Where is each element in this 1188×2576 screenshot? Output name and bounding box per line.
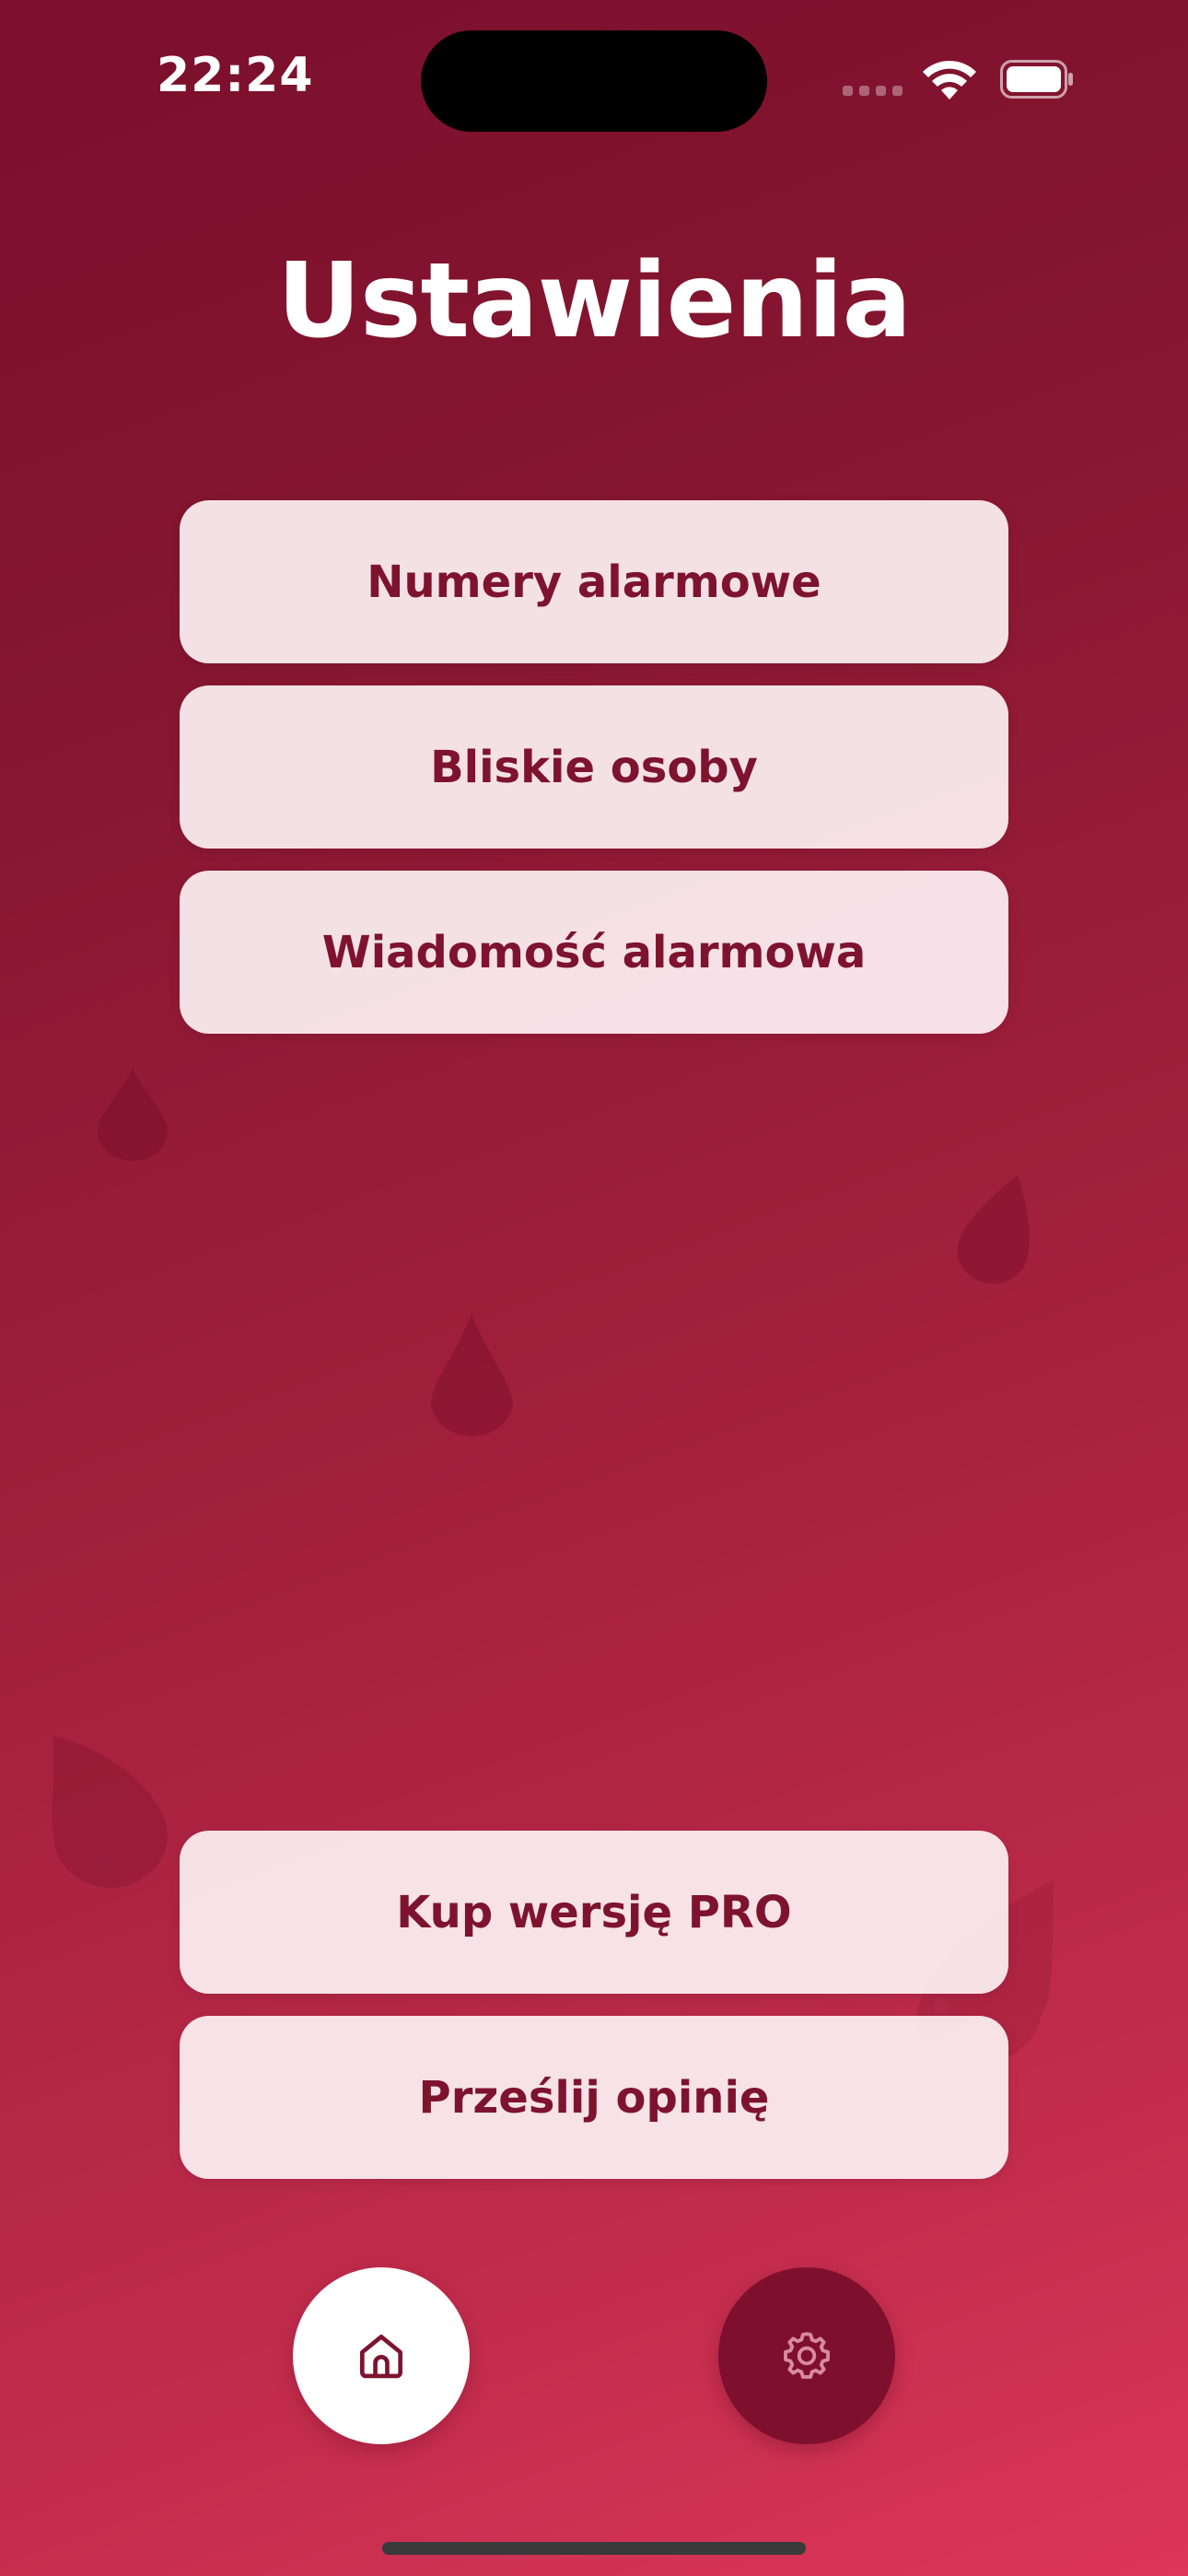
wifi-icon (923, 60, 976, 100)
cellular-signal-icon (843, 86, 903, 96)
buy-pro-button[interactable]: Kup wersję PRO (180, 1831, 1008, 1994)
close-people-button[interactable]: Bliskie osoby (180, 685, 1008, 849)
page-title: Ustawienia (276, 241, 912, 361)
battery-icon (1000, 60, 1073, 99)
drop-decoration-icon (431, 1313, 513, 1437)
alarm-message-button[interactable]: Wiadomość alarmowa (180, 871, 1008, 1034)
nav-home-button[interactable] (293, 2267, 470, 2444)
drop-decoration-icon (52, 1737, 169, 1888)
emergency-numbers-button[interactable]: Numery alarmowe (180, 500, 1008, 663)
send-feedback-button[interactable]: Prześlij opinię (180, 2016, 1008, 2179)
dynamic-island (421, 30, 767, 132)
gear-icon (784, 2332, 830, 2379)
home-indicator[interactable] (382, 2542, 806, 2555)
nav-settings-button[interactable] (718, 2267, 895, 2444)
drop-decoration-icon (98, 1069, 168, 1161)
button-label: Wiadomość alarmowa (321, 926, 867, 978)
settings-screen: 22:24 Ustawienia Numery alarmowe Bliskie… (0, 0, 1188, 2576)
home-icon (360, 2335, 402, 2379)
button-label: Kup wersję PRO (396, 1886, 792, 1938)
button-label: Bliskie osoby (430, 741, 758, 793)
drop-decoration-icon (957, 1175, 1030, 1284)
status-time: 22:24 (157, 48, 314, 103)
button-label: Prześlij opinię (418, 2071, 770, 2124)
button-label: Numery alarmowe (367, 556, 821, 608)
